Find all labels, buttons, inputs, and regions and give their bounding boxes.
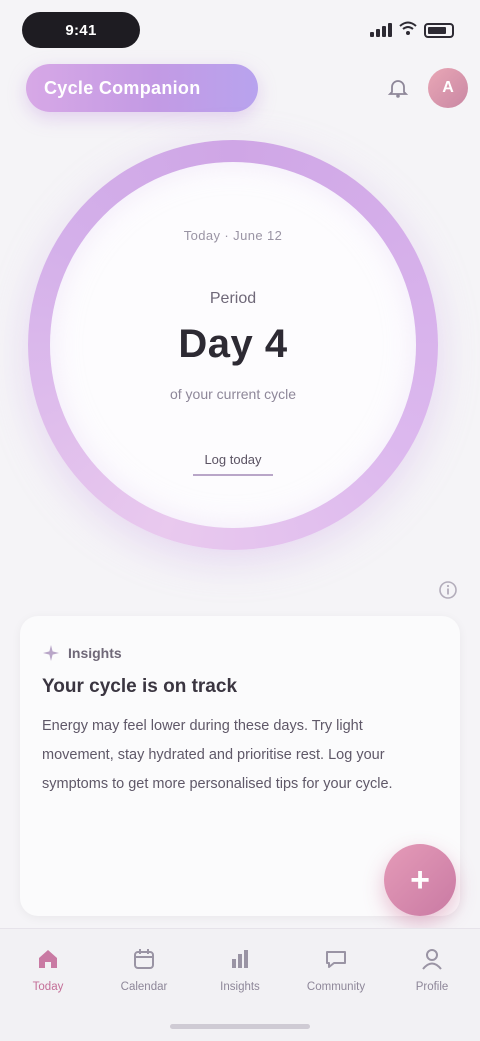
avatar[interactable]: A [428,68,468,108]
nav-label-insights: Insights [220,981,260,993]
insight-body: Energy may feel lower during these days.… [42,718,393,792]
nav-item-today[interactable]: Today [0,929,96,1041]
signal-icon [370,23,392,37]
chart-icon [226,945,254,973]
bell-icon [387,80,409,98]
add-log-button[interactable]: + [384,844,456,916]
home-indicator [170,1024,310,1029]
info-icon [439,581,457,599]
nav-item-profile[interactable]: Profile [384,929,480,1041]
plus-icon: + [410,860,430,899]
status-icons [370,18,454,42]
insight-tag-label: Insights [68,645,122,661]
chat-icon [322,945,350,973]
nav-label-community: Community [306,981,366,993]
battery-icon [424,22,454,38]
calendar-icon [130,945,158,973]
user-icon [418,945,446,973]
notifications-button[interactable] [382,72,414,104]
cycle-ring[interactable]: Today · June 12 Period Day 4 of your cur… [28,140,438,550]
status-bar: 9:41 [0,0,480,56]
cycle-day-value: Day 4 [178,322,288,366]
sparkle-icon [43,645,59,661]
nav-label-today: Today [32,981,64,993]
home-icon [34,945,62,973]
app-header: Cycle Companion A [0,60,480,120]
insight-tag: Insights [42,644,122,662]
nav-label-calendar: Calendar [120,981,168,993]
wifi-icon [398,20,418,41]
status-time: 9:41 [22,12,140,48]
brand-title: Cycle Companion [26,64,258,112]
phase-label: Period [209,290,257,307]
cycle-day-caption: of your current cycle [169,386,297,402]
info-button[interactable] [432,574,464,606]
insight-title: Your cycle is on track [42,676,238,697]
nav-label-profile: Profile [415,981,449,993]
cycle-date: Today · June 12 [183,228,283,243]
log-today-link[interactable]: Log today [193,452,273,476]
